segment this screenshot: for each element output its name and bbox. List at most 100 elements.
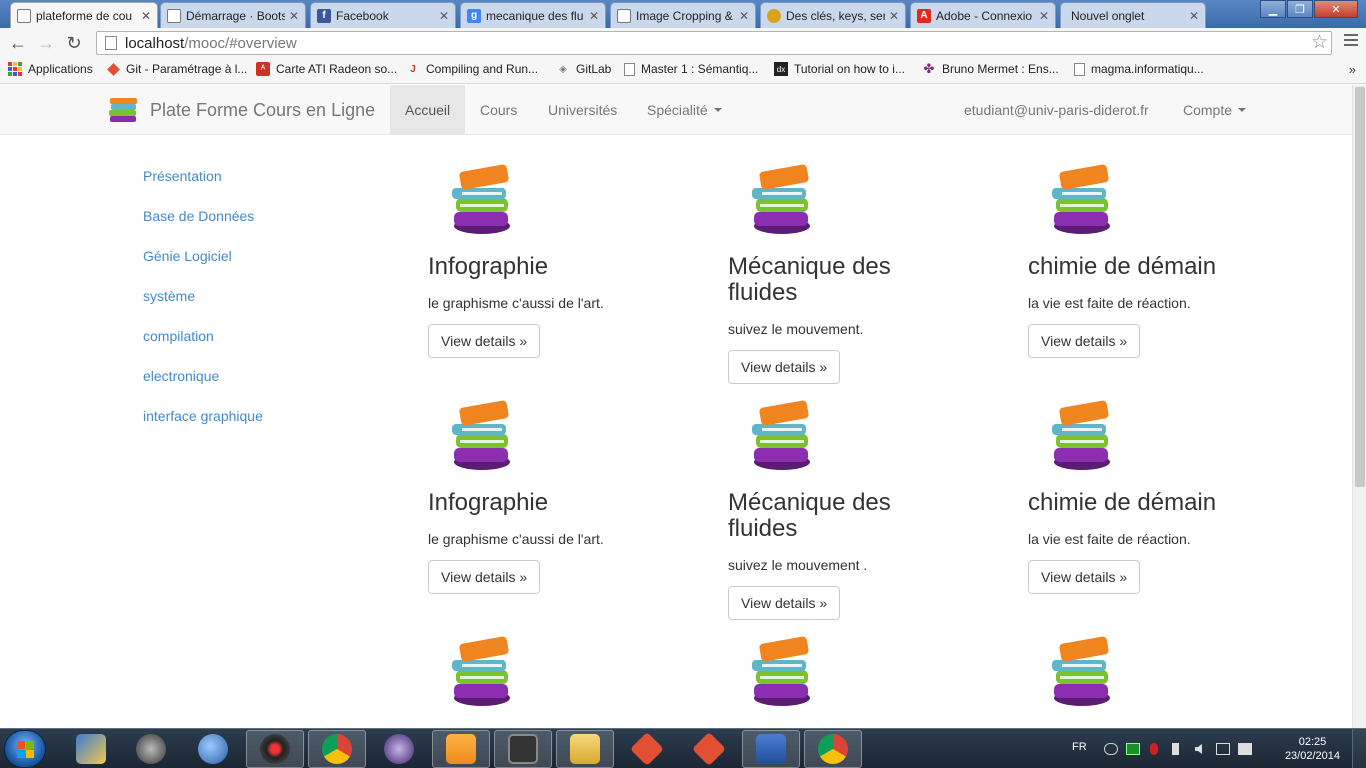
bookmark-master1[interactable]: Master 1 : Sémantiq... <box>624 62 758 76</box>
puzzle-icon: ✤ <box>923 61 935 76</box>
taskbar-thunderbird[interactable] <box>184 730 242 768</box>
bookmark-gitlab[interactable]: ◈ GitLab <box>556 62 611 76</box>
nav-user-email[interactable]: etudiant@univ-paris-diderot.fr <box>949 85 1164 135</box>
books-stack-icon <box>452 400 510 470</box>
window-minimize-button[interactable]: ▁ <box>1260 0 1286 18</box>
bookmark-star-icon[interactable]: ☆ <box>1311 31 1328 54</box>
sidebar-item-base-de-donnees[interactable]: Base de Données <box>143 206 263 246</box>
bookmark-ati[interactable]: ᴬ Carte ATI Radeon so... <box>256 62 397 76</box>
show-desktop-button[interactable] <box>1352 729 1366 768</box>
apps-grid-icon <box>8 62 22 76</box>
nav-cours[interactable]: Cours <box>465 85 532 135</box>
chrome-menu-icon[interactable] <box>1344 34 1358 49</box>
taskbar-git-1[interactable] <box>618 730 676 768</box>
browser-tab-6[interactable]: Des clés, keys, seri ✕ <box>760 2 906 28</box>
view-details-button[interactable]: View details » <box>728 350 841 384</box>
page-scrollbar[interactable] <box>1352 85 1366 728</box>
sidebar-item-compilation[interactable]: compilation <box>143 326 263 366</box>
bookmarks-overflow-button[interactable]: » <box>1349 62 1356 77</box>
taskbar-explorer[interactable] <box>556 730 614 768</box>
bookmark-tutorial[interactable]: dx Tutorial on how to i... <box>774 62 905 76</box>
browser-tab-5[interactable]: Image Cropping & ✕ <box>610 2 756 28</box>
browser-tab-3[interactable]: f Facebook ✕ <box>310 2 456 28</box>
battery-icon[interactable] <box>1216 743 1230 755</box>
tray-app-icon[interactable] <box>1126 743 1140 755</box>
window-close-button[interactable]: ✕ <box>1314 0 1358 18</box>
browser-tab-8[interactable]: Nouvel onglet ✕ <box>1060 2 1206 28</box>
volume-icon[interactable] <box>1194 743 1208 755</box>
bookmark-magma[interactable]: magma.informatiqu... <box>1074 62 1204 76</box>
taskbar-eclipse[interactable] <box>370 730 428 768</box>
taskbar-recorder[interactable] <box>246 730 304 768</box>
window-maximize-button[interactable]: ❐ <box>1287 0 1313 18</box>
close-tab-icon[interactable]: ✕ <box>889 9 899 23</box>
close-tab-icon[interactable]: ✕ <box>1189 9 1199 23</box>
sidebar-item-systeme[interactable]: système <box>143 286 263 326</box>
nav-universites[interactable]: Universités <box>533 85 632 135</box>
bookmark-label: GitLab <box>576 62 612 76</box>
browser-tab-1[interactable]: plateforme de cou ✕ <box>10 2 158 28</box>
course-title: Infographie <box>428 253 549 280</box>
scrollbar-thumb[interactable] <box>1355 87 1365 487</box>
close-tab-icon[interactable]: ✕ <box>1039 9 1049 23</box>
nav-specialite-dropdown[interactable]: Spécialité <box>632 85 737 135</box>
view-details-button[interactable]: View details » <box>728 586 841 620</box>
address-bar[interactable]: localhost/mooc/#overview <box>96 31 1332 55</box>
taskbar-chrome-2[interactable] <box>804 730 862 768</box>
view-details-button[interactable]: View details » <box>428 324 541 358</box>
close-tab-icon[interactable]: ✕ <box>289 9 299 23</box>
tab-title: Nouvel onglet <box>1071 8 1145 23</box>
close-tab-icon[interactable]: ✕ <box>589 9 599 23</box>
nav-accueil[interactable]: Accueil <box>390 85 466 135</box>
forward-arrow-icon[interactable]: → <box>34 31 58 55</box>
sidebar-item-interface-graphique[interactable]: interface graphique <box>143 406 263 446</box>
tray-record-icon[interactable] <box>1150 743 1158 755</box>
taskbar-chrome-1[interactable] <box>308 730 366 768</box>
clock[interactable]: 02:25 23/02/2014 <box>1285 735 1340 763</box>
language-indicator[interactable]: FR <box>1072 741 1087 753</box>
bookmark-git[interactable]: Git - Paramétrage à l... <box>106 62 247 76</box>
taskbar-sublime[interactable] <box>494 730 552 768</box>
taskbar-word[interactable] <box>742 730 800 768</box>
close-tab-icon[interactable]: ✕ <box>739 9 749 23</box>
key-icon <box>767 8 781 23</box>
view-details-button[interactable]: View details » <box>428 560 541 594</box>
course-title: Mécanique des fluides <box>728 253 891 306</box>
document-icon <box>1074 62 1085 76</box>
nav-compte-dropdown[interactable]: Compte <box>1168 85 1261 135</box>
flag-icon[interactable] <box>1238 743 1252 755</box>
reload-icon[interactable]: ↻ <box>62 31 86 55</box>
bookmark-bruno[interactable]: ✤ Bruno Mermet : Ens... <box>922 61 1059 76</box>
close-tab-icon[interactable]: ✕ <box>141 9 151 23</box>
course-card <box>728 628 1018 708</box>
tutorial-icon: dx <box>774 62 788 76</box>
browser-tab-2[interactable]: Démarrage · Boots ✕ <box>160 2 306 28</box>
network-icon <box>76 734 106 764</box>
chevron-down-icon <box>1238 108 1247 112</box>
tray-tool-icon[interactable] <box>1104 743 1118 755</box>
taskbar-media-player[interactable] <box>432 730 490 768</box>
view-details-button[interactable]: View details » <box>1028 560 1141 594</box>
books-stack-icon <box>752 164 810 234</box>
sidebar-item-presentation[interactable]: Présentation <box>143 166 263 206</box>
browser-tab-4[interactable]: g mecanique des flu ✕ <box>460 2 606 28</box>
sidebar-item-genie-logiciel[interactable]: Génie Logiciel <box>143 246 263 286</box>
java-icon: J <box>410 63 416 75</box>
signal-icon[interactable] <box>1172 743 1186 755</box>
bookmark-applications[interactable]: Applications <box>8 62 93 76</box>
git-icon <box>106 62 120 76</box>
browser-tab-7[interactable]: A Adobe - Connexio ✕ <box>910 2 1056 28</box>
view-details-button[interactable]: View details » <box>1028 324 1141 358</box>
taskbar-globe-app[interactable] <box>122 730 180 768</box>
bookmark-compiling[interactable]: J Compiling and Run... <box>406 62 538 76</box>
close-tab-icon[interactable]: ✕ <box>439 9 449 23</box>
taskbar-network-app[interactable] <box>62 730 120 768</box>
sidebar-item-electronique[interactable]: electronique <box>143 366 263 406</box>
taskbar-git-2[interactable] <box>680 730 738 768</box>
start-button[interactable] <box>4 730 46 768</box>
nav-label: Cours <box>480 102 518 118</box>
course-description: le graphisme c'aussi de l'art. <box>428 531 604 547</box>
site-brand[interactable]: Plate Forme Cours en Ligne <box>106 85 375 135</box>
books-logo-icon <box>109 98 137 122</box>
back-arrow-icon[interactable]: ← <box>6 31 30 55</box>
